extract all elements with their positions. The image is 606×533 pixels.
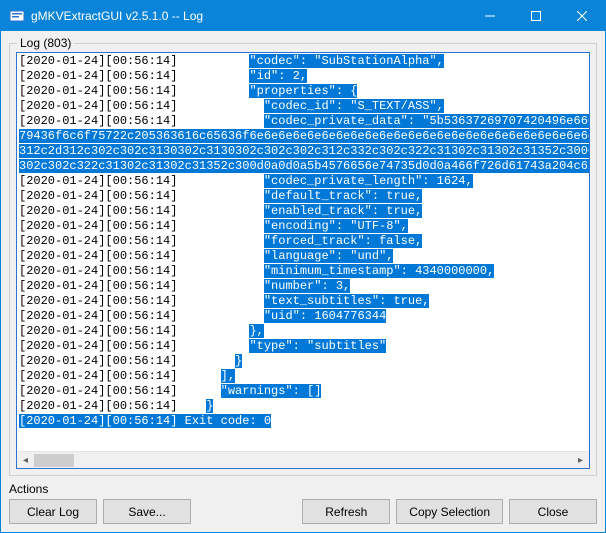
log-line: [2020-01-24][00:56:14] "warnings": [] xyxy=(19,384,587,399)
log-group-label: Log (803) xyxy=(17,36,74,50)
window-title: gMKVExtractGUI v2.5.1.0 -- Log xyxy=(31,1,467,31)
titlebar[interactable]: gMKVExtractGUI v2.5.1.0 -- Log xyxy=(1,1,605,31)
scroll-left-arrow-icon[interactable]: ◂ xyxy=(17,452,34,469)
log-line: [2020-01-24][00:56:14] "codec_private_da… xyxy=(19,114,587,129)
clear-log-button[interactable]: Clear Log xyxy=(9,499,97,524)
minimize-icon xyxy=(485,11,495,21)
log-line: [2020-01-24][00:56:14] "text_subtitles":… xyxy=(19,294,587,309)
log-line: 312c2d312c302c302c3130302c3130302c302c30… xyxy=(19,144,587,159)
log-line: [2020-01-24][00:56:14] "codec_private_le… xyxy=(19,174,587,189)
log-line: [2020-01-24][00:56:14] "enabled_track": … xyxy=(19,204,587,219)
close-icon xyxy=(577,11,587,21)
close-dialog-button[interactable]: Close xyxy=(509,499,597,524)
log-line: [2020-01-24][00:56:14] "type": "subtitle… xyxy=(19,339,587,354)
window-controls xyxy=(467,1,605,31)
log-line: [2020-01-24][00:56:14] "minimum_timestam… xyxy=(19,264,587,279)
actions-row: Clear Log Save... Refresh Copy Selection… xyxy=(9,499,597,524)
log-line: [2020-01-24][00:56:14] "forced_track": f… xyxy=(19,234,587,249)
actions-label: Actions xyxy=(9,482,597,496)
save-button[interactable]: Save... xyxy=(103,499,191,524)
client-area: Log (803) [2020-01-24][00:56:14] "codec"… xyxy=(1,31,605,532)
refresh-button[interactable]: Refresh xyxy=(302,499,390,524)
app-icon xyxy=(9,8,25,24)
spacer xyxy=(197,499,296,524)
log-container: [2020-01-24][00:56:14] "codec": "SubStat… xyxy=(16,52,590,469)
window-frame: gMKVExtractGUI v2.5.1.0 -- Log Log (803)… xyxy=(0,0,606,533)
log-line: [2020-01-24][00:56:14] "properties": { xyxy=(19,84,587,99)
maximize-button[interactable] xyxy=(513,1,559,31)
scroll-right-arrow-icon[interactable]: ▸ xyxy=(572,452,589,469)
log-line: [2020-01-24][00:56:14] "id": 2, xyxy=(19,69,587,84)
minimize-button[interactable] xyxy=(467,1,513,31)
log-line: [2020-01-24][00:56:14] } xyxy=(19,399,587,414)
log-line: [2020-01-24][00:56:14] ], xyxy=(19,369,587,384)
log-line: [2020-01-24][00:56:14] "uid": 1604776344 xyxy=(19,309,587,324)
log-line: [2020-01-24][00:56:14] "codec": "SubStat… xyxy=(19,54,587,69)
scroll-thumb[interactable] xyxy=(34,454,74,467)
scroll-track[interactable] xyxy=(34,452,572,469)
log-line: [2020-01-24][00:56:14] "default_track": … xyxy=(19,189,587,204)
log-line: 302c302c322c31302c31302c31352c300d0a0d0a… xyxy=(19,159,587,174)
log-line: 79436f6c6f75722c205363616c65636f6e6e6e6e… xyxy=(19,129,587,144)
log-line: [2020-01-24][00:56:14] "language": "und"… xyxy=(19,249,587,264)
close-button[interactable] xyxy=(559,1,605,31)
horizontal-scrollbar[interactable]: ◂ ▸ xyxy=(17,451,589,468)
maximize-icon xyxy=(531,11,541,21)
copy-selection-button[interactable]: Copy Selection xyxy=(396,499,503,524)
log-groupbox: Log (803) [2020-01-24][00:56:14] "codec"… xyxy=(9,43,597,476)
log-line: [2020-01-24][00:56:14] Exit code: 0 xyxy=(19,414,587,429)
log-line: [2020-01-24][00:56:14] "number": 3, xyxy=(19,279,587,294)
log-line: [2020-01-24][00:56:14] "codec_id": "S_TE… xyxy=(19,99,587,114)
log-line: [2020-01-24][00:56:14] } xyxy=(19,354,587,369)
log-line: [2020-01-24][00:56:14] "encoding": "UTF-… xyxy=(19,219,587,234)
log-textarea[interactable]: [2020-01-24][00:56:14] "codec": "SubStat… xyxy=(17,53,589,451)
log-line: [2020-01-24][00:56:14] }, xyxy=(19,324,587,339)
